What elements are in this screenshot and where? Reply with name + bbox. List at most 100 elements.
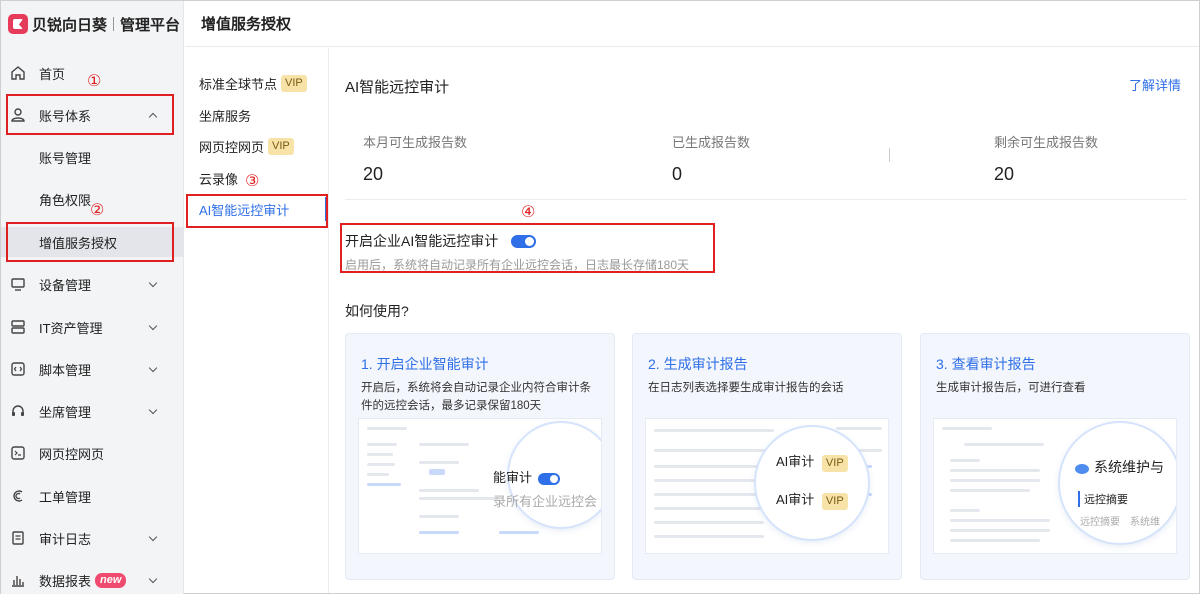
sidebar-subitem-account-management[interactable]: 账号管理	[1, 142, 184, 172]
chevron-down-icon	[148, 405, 158, 415]
mini-line	[654, 493, 764, 496]
new-badge: new	[95, 572, 127, 588]
card-title: 2. 生成审计报告	[648, 356, 748, 372]
sidebar-item-label: IT资产管理	[39, 320, 103, 336]
ticket-icon	[13, 490, 23, 502]
mini-line	[654, 429, 774, 432]
server-icon	[11, 320, 25, 334]
submenu-item-label: 云录像	[199, 171, 239, 187]
terminal-icon	[11, 446, 25, 460]
chevron-down-icon	[148, 321, 158, 331]
submenu-item-web-control[interactable]: 网页控网页 VIP	[185, 131, 328, 161]
vip-badge: VIP	[281, 74, 307, 92]
mini-line	[950, 469, 1040, 472]
stat-value: 20	[363, 164, 384, 184]
mini-line	[367, 483, 401, 486]
mini-line	[654, 507, 764, 510]
chevron-down-icon	[148, 532, 158, 542]
sidebar-item-seat-management[interactable]: 坐席管理	[1, 396, 184, 426]
sidebar-item-label: 脚本管理	[39, 362, 92, 378]
sidebar-item-web-control[interactable]: 网页控网页	[1, 438, 184, 468]
page-header: 增值服务授权	[185, 1, 1199, 47]
service-submenu: 标准全球节点 VIP 坐席服务 网页控网页 VIP 云录像 AI智能远控审计	[185, 48, 329, 593]
sidebar-item-it-assets[interactable]: IT资产管理	[1, 312, 184, 342]
mini-line	[950, 529, 1050, 532]
annotation-marker-4: ④	[521, 204, 536, 221]
card-description: 在日志列表选择要生成审计报告的会话	[648, 382, 844, 394]
mini-line	[654, 465, 764, 468]
zoom-text: 能审计	[493, 467, 561, 486]
sunlogin-logo-icon	[8, 14, 28, 34]
mini-line	[499, 531, 539, 534]
submenu-item-global-nodes[interactable]: 标准全球节点 VIP	[185, 68, 328, 98]
stat-monthly-available: 本月可生成报告数 20	[363, 132, 467, 185]
annotation-marker-1: ①	[87, 73, 102, 90]
sidebar-item-label: 网页控网页	[39, 446, 105, 462]
annotation-box-3	[186, 194, 328, 228]
sidebar-item-device-management[interactable]: 设备管理	[1, 269, 184, 299]
sidebar-item-ticket-management[interactable]: 工单管理	[1, 481, 184, 511]
mini-line	[950, 519, 1050, 522]
mini-line	[419, 443, 469, 446]
page-title: 增值服务授权	[201, 16, 292, 33]
sidebar-item-label: 数据报表	[39, 573, 92, 589]
mini-line	[419, 515, 459, 518]
mini-line	[367, 427, 407, 430]
submenu-item-label: 标准全球节点	[199, 76, 278, 92]
sidebar-item-label: 工单管理	[39, 489, 92, 505]
divider	[345, 199, 1187, 200]
sidebar-item-script-management[interactable]: 脚本管理	[1, 354, 184, 384]
chevron-down-icon	[148, 278, 158, 288]
submenu-item-seat-service[interactable]: 坐席服务	[185, 100, 328, 130]
annotation-box-2	[6, 222, 174, 262]
annotation-marker-2: ②	[90, 202, 105, 219]
section-title: AI智能远控审计	[345, 79, 450, 96]
stat-divider	[889, 148, 890, 162]
mini-line	[950, 509, 980, 512]
card-screenshot: 系统维护与 远控摘要 远控摘要 系统维	[933, 418, 1177, 554]
brand-subtitle: 管理平台	[120, 16, 181, 34]
mini-line	[950, 539, 1040, 542]
mini-line	[367, 473, 389, 476]
zoom-text-tertiary: 远控摘要	[1080, 517, 1120, 528]
mini-line	[419, 497, 499, 500]
mini-line	[950, 459, 980, 462]
mini-line	[836, 427, 882, 430]
sidebar-item-audit-log[interactable]: 审计日志	[1, 523, 184, 553]
brand-separator	[113, 17, 115, 31]
cloud-icon	[1075, 464, 1089, 475]
mini-line	[419, 531, 459, 534]
sidebar-subitem-label: 角色权限	[39, 192, 92, 208]
submenu-item-label: 网页控网页	[199, 139, 265, 155]
zoom-text: 系统维护与	[1074, 457, 1164, 477]
sidebar-item-label: 首页	[39, 66, 66, 82]
card-description: 开启后，系统将会自动记录企业内符合审计条件的远控会话，最多记录保留180天	[361, 382, 591, 412]
zoom-text-tertiary: 系统维	[1130, 517, 1160, 528]
zoom-text-label: 系统维护与	[1094, 459, 1164, 475]
howto-card-view-report: 3. 查看审计报告 生成审计报告后，可进行查看 系统维护与 远控摘要 远控摘要 …	[920, 333, 1190, 580]
annotation-marker-3: ③	[245, 173, 260, 190]
mini-line	[419, 461, 459, 464]
mini-line	[654, 521, 764, 524]
zoom-text-secondary: 录所有企业远控会	[493, 494, 598, 509]
mini-line	[367, 443, 397, 446]
stat-label: 本月可生成报告数	[363, 135, 468, 150]
zoom-text-label: AI审计	[776, 454, 815, 469]
zoom-bubble	[756, 427, 868, 539]
learn-more-link[interactable]: 了解详情	[1129, 75, 1181, 94]
mini-toggle-icon	[538, 472, 561, 485]
headset-icon	[12, 405, 24, 416]
mini-line	[950, 479, 1040, 482]
stat-generated: 已生成报告数 0	[672, 132, 750, 185]
zoom-text: AI审计 VIP	[776, 489, 848, 510]
card-screenshot: 能审计 录所有企业远控会	[358, 418, 602, 554]
sidebar-subitem-label: 账号管理	[39, 150, 92, 166]
vip-badge: VIP	[821, 493, 848, 510]
mini-line	[654, 535, 764, 538]
stat-value: 0	[672, 164, 683, 184]
brand-logo[interactable]: 贝锐向日葵 管理平台	[1, 1, 183, 47]
sidebar-item-data-reports[interactable]: 数据报表 new	[1, 565, 184, 594]
howto-card-enable-audit: 1. 开启企业智能审计 开启后，系统将会自动记录企业内符合审计条件的远控会话，最…	[345, 333, 615, 580]
stat-label: 剩余可生成报告数	[994, 135, 1099, 150]
monitor-icon	[11, 278, 25, 291]
